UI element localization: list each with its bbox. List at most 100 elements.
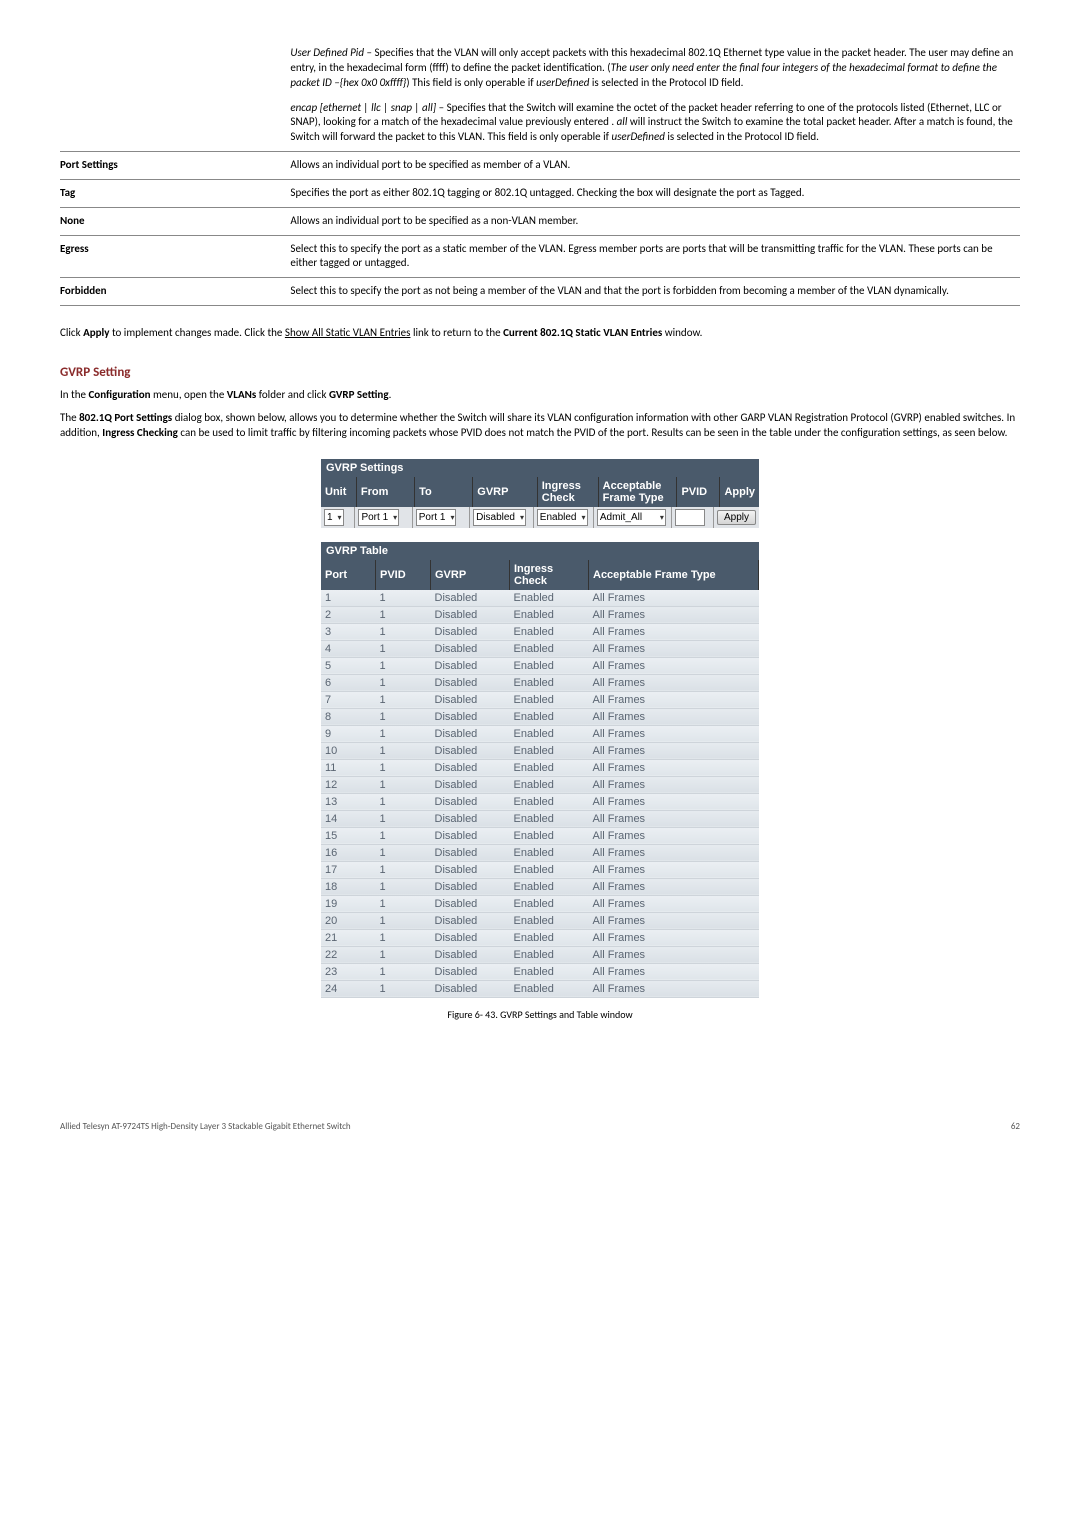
pvid-input[interactable] bbox=[675, 509, 705, 526]
table-cell: All Frames bbox=[589, 878, 759, 895]
definition-desc: Specifies the port as either 802.1Q tagg… bbox=[290, 179, 1020, 207]
table-cell: Disabled bbox=[431, 776, 510, 793]
table-cell: 1 bbox=[376, 946, 431, 963]
show-all-link[interactable]: Show All Static VLAN Entries bbox=[285, 326, 411, 339]
table-row: 51DisabledEnabledAll Frames bbox=[321, 657, 759, 674]
table-cell: 1 bbox=[376, 640, 431, 657]
table-cell: Disabled bbox=[431, 946, 510, 963]
gvrp-select[interactable]: Disabled bbox=[473, 509, 526, 526]
table-cell: All Frames bbox=[589, 708, 759, 725]
definition-label: None bbox=[60, 207, 290, 235]
th-aft: Acceptable Frame Type bbox=[589, 560, 759, 590]
table-cell: Disabled bbox=[431, 590, 510, 607]
table-cell: 1 bbox=[376, 708, 431, 725]
table-cell: 17 bbox=[321, 861, 376, 878]
table-cell: Enabled bbox=[510, 929, 589, 946]
table-cell: 1 bbox=[376, 929, 431, 946]
col-ingress: Ingress Check bbox=[538, 477, 599, 507]
definition-table: User Defined Pid – Specifies that the VL… bbox=[60, 40, 1020, 306]
apply-word: Apply bbox=[83, 326, 109, 339]
definition-desc: Allows an individual port to be specifie… bbox=[290, 152, 1020, 180]
gvrp-settings-header-row: Unit From To GVRP Ingress Check Acceptab… bbox=[321, 477, 759, 507]
table-cell: 1 bbox=[376, 725, 431, 742]
table-cell: Enabled bbox=[510, 827, 589, 844]
from-select[interactable]: Port 1 bbox=[358, 509, 399, 526]
table-cell: All Frames bbox=[589, 827, 759, 844]
table-row: 171DisabledEnabledAll Frames bbox=[321, 861, 759, 878]
definition-row: TagSpecifies the port as either 802.1Q t… bbox=[60, 179, 1020, 207]
table-cell: All Frames bbox=[589, 623, 759, 640]
table-cell: All Frames bbox=[589, 606, 759, 623]
table-cell: Enabled bbox=[510, 861, 589, 878]
table-cell: Disabled bbox=[431, 844, 510, 861]
table-cell: All Frames bbox=[589, 810, 759, 827]
definition-label bbox=[60, 40, 290, 152]
table-cell: All Frames bbox=[589, 657, 759, 674]
table-cell: Disabled bbox=[431, 878, 510, 895]
table-cell: All Frames bbox=[589, 759, 759, 776]
table-cell: 1 bbox=[376, 590, 431, 607]
config-instruction: In the Configuration menu, open the VLAN… bbox=[60, 388, 1020, 403]
table-row: 231DisabledEnabledAll Frames bbox=[321, 963, 759, 980]
table-cell: Disabled bbox=[431, 929, 510, 946]
table-cell: 24 bbox=[321, 980, 376, 997]
th-pvid: PVID bbox=[376, 560, 431, 590]
definition-label: Tag bbox=[60, 179, 290, 207]
gvrp-settings-panel: GVRP Settings Unit From To GVRP Ingress … bbox=[321, 459, 759, 528]
table-cell: 10 bbox=[321, 742, 376, 759]
definition-desc: Select this to specify the port as a sta… bbox=[290, 235, 1020, 278]
table-row: 61DisabledEnabledAll Frames bbox=[321, 674, 759, 691]
table-row: 131DisabledEnabledAll Frames bbox=[321, 793, 759, 810]
figure-caption: Figure 6- 43. GVRP Settings and Table wi… bbox=[60, 1008, 1020, 1021]
table-cell: All Frames bbox=[589, 590, 759, 607]
table-row: 101DisabledEnabledAll Frames bbox=[321, 742, 759, 759]
table-row: 201DisabledEnabledAll Frames bbox=[321, 912, 759, 929]
table-cell: 1 bbox=[376, 776, 431, 793]
table-cell: All Frames bbox=[589, 640, 759, 657]
footer-left: Allied Telesyn AT-9724TS High-Density La… bbox=[60, 1121, 351, 1132]
apply-button[interactable]: Apply bbox=[717, 510, 756, 525]
table-cell: 12 bbox=[321, 776, 376, 793]
table-cell: Enabled bbox=[510, 742, 589, 759]
table-cell: Disabled bbox=[431, 793, 510, 810]
table-cell: 21 bbox=[321, 929, 376, 946]
table-cell: Enabled bbox=[510, 640, 589, 657]
unit-select[interactable]: 1 bbox=[324, 509, 344, 526]
table-cell: Enabled bbox=[510, 691, 589, 708]
table-cell: Disabled bbox=[431, 810, 510, 827]
table-cell: All Frames bbox=[589, 742, 759, 759]
table-cell: Disabled bbox=[431, 742, 510, 759]
table-cell: All Frames bbox=[589, 691, 759, 708]
definition-row: Port SettingsAllows an individual port t… bbox=[60, 152, 1020, 180]
table-cell: Enabled bbox=[510, 759, 589, 776]
table-cell: All Frames bbox=[589, 725, 759, 742]
table-cell: 1 bbox=[376, 827, 431, 844]
table-cell: 20 bbox=[321, 912, 376, 929]
definition-row: ForbiddenSelect this to specify the port… bbox=[60, 278, 1020, 306]
table-cell: Enabled bbox=[510, 963, 589, 980]
table-cell: 19 bbox=[321, 895, 376, 912]
table-cell: 1 bbox=[376, 895, 431, 912]
table-cell: Disabled bbox=[431, 606, 510, 623]
table-row: 161DisabledEnabledAll Frames bbox=[321, 844, 759, 861]
table-cell: 4 bbox=[321, 640, 376, 657]
aft-select[interactable]: Admit_All bbox=[597, 509, 666, 526]
table-cell: 1 bbox=[376, 861, 431, 878]
table-cell: 1 bbox=[321, 590, 376, 607]
table-row: 121DisabledEnabledAll Frames bbox=[321, 776, 759, 793]
table-cell: All Frames bbox=[589, 963, 759, 980]
table-cell: 2 bbox=[321, 606, 376, 623]
table-cell: 3 bbox=[321, 623, 376, 640]
table-row: 241DisabledEnabledAll Frames bbox=[321, 980, 759, 997]
table-cell: Enabled bbox=[510, 810, 589, 827]
th-gvrp: GVRP bbox=[431, 560, 510, 590]
ingress-select[interactable]: Enabled bbox=[537, 509, 588, 526]
to-select[interactable]: Port 1 bbox=[416, 509, 457, 526]
table-cell: Enabled bbox=[510, 793, 589, 810]
table-cell: 13 bbox=[321, 793, 376, 810]
table-cell: Enabled bbox=[510, 946, 589, 963]
col-aft: Acceptable Frame Type bbox=[599, 477, 678, 507]
gvrp-table: Port PVID GVRP Ingress Check Acceptable … bbox=[321, 560, 759, 998]
col-pvid: PVID bbox=[677, 477, 720, 507]
table-cell: Disabled bbox=[431, 725, 510, 742]
